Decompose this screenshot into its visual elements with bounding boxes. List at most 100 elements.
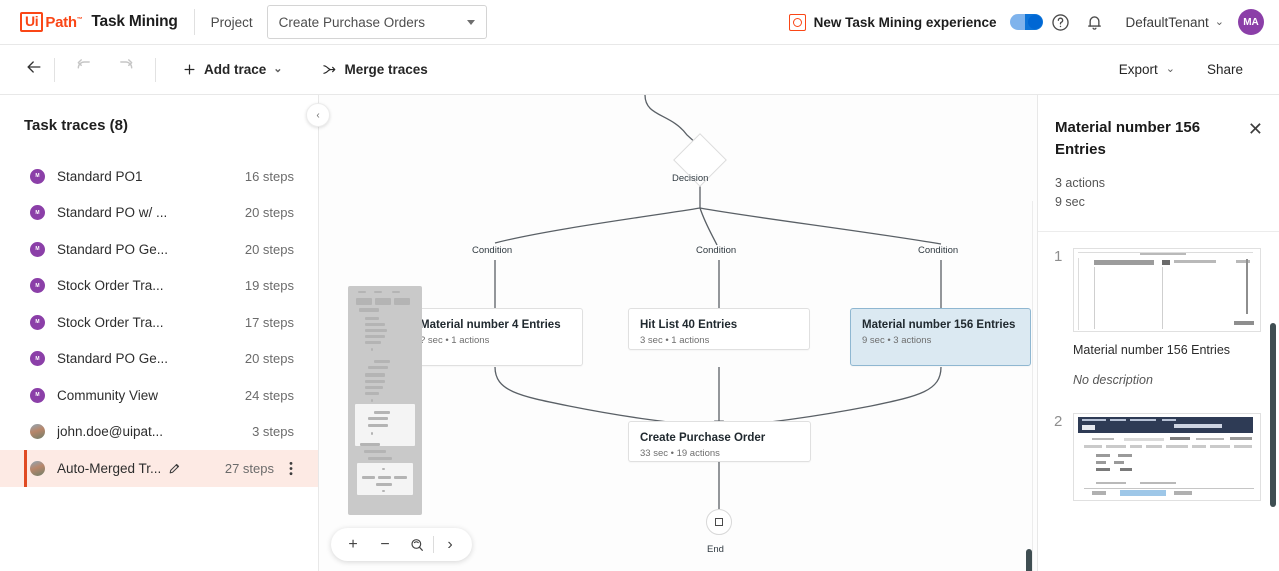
process-node-material-156[interactable]: Material number 156 Entries 9 sec • 3 ac… (850, 308, 1031, 366)
condition-label-3: Condition (918, 245, 959, 256)
trace-avatar-photo (30, 424, 45, 440)
close-icon[interactable]: ✕ (1248, 120, 1263, 138)
process-node-create-purchase-order[interactable]: Create Purchase Order 33 sec • 19 action… (628, 421, 811, 462)
node-title: Material number 4 Entries (420, 319, 561, 331)
trace-step-count: 19 steps (244, 278, 294, 294)
add-trace-button[interactable]: Add trace ⌄ (174, 56, 291, 83)
header-divider (193, 9, 195, 35)
merge-traces-button[interactable]: Merge traces (313, 56, 436, 83)
trace-row[interactable]: M Standard PO w/ ... 20 steps (0, 195, 318, 232)
chevron-right-icon[interactable]: › (434, 529, 466, 560)
trace-row[interactable]: Auto-Merged Tr... 27 steps (0, 450, 318, 487)
trace-avatar-initials: M (30, 387, 45, 403)
trace-avatar-initials: M (30, 168, 45, 184)
stop-square-icon (715, 518, 723, 526)
task-traces-title-text: Task traces ( (24, 117, 115, 134)
trace-name: Stock Order Tra... (57, 314, 164, 330)
trace-row[interactable]: M Standard PO Ge... 20 steps (0, 231, 318, 268)
step-number: 1 (1054, 248, 1063, 265)
toolbar-divider (54, 57, 55, 82)
task-traces-count: 8 (114, 117, 123, 134)
trace-row[interactable]: M Standard PO Ge... 20 steps (0, 341, 318, 378)
trace-avatar-initials: M (30, 314, 45, 330)
trace-name: Stock Order Tra... (57, 278, 164, 294)
trace-row[interactable]: M Stock Order Tra... 19 steps (0, 268, 318, 305)
chevron-down-icon: ⌄ (273, 63, 283, 75)
collapse-panel-button[interactable]: ‹ (306, 103, 330, 127)
trace-row[interactable]: john.doe@uipat... 3 steps (0, 414, 318, 451)
help-circle-icon[interactable] (1043, 5, 1077, 39)
zoom-in-button[interactable]: + (337, 529, 369, 560)
trace-row[interactable]: M Standard PO1 16 steps (0, 158, 318, 195)
step-screenshot[interactable] (1073, 413, 1261, 501)
process-node-material-4[interactable]: Material number 4 Entries ? sec • 1 acti… (408, 308, 583, 366)
node-meta: ? sec • 1 actions (420, 335, 490, 346)
brand-logo: Ui Path™ Task Mining (20, 12, 178, 32)
trace-step-count: 24 steps (244, 387, 294, 403)
node-details-panel: Material number 156 Entries ✕ 3 actions … (1037, 95, 1279, 571)
trace-step-count: 27 steps (224, 460, 274, 476)
detail-step-2: 2 (1038, 387, 1279, 501)
editor-body: Task traces (8) M Standard PO1 16 steps M St… (0, 95, 1279, 571)
user-avatar[interactable]: MA (1238, 9, 1264, 35)
screenshot-preview-overlay[interactable] (348, 286, 422, 515)
end-label: End (707, 544, 724, 555)
project-label: Project (210, 14, 253, 30)
trace-row[interactable]: M Stock Order Tra... 17 steps (0, 304, 318, 341)
trace-avatar-photo (30, 460, 45, 476)
trace-step-count: 20 steps (244, 205, 294, 221)
back-button[interactable] (24, 57, 44, 82)
tenant-dropdown[interactable]: DefaultTenant ⌄ (1125, 15, 1224, 30)
step-number: 2 (1054, 413, 1063, 430)
project-dropdown[interactable]: Create Purchase Orders (266, 5, 487, 39)
toolbar-right-actions: Export ⌄ Share (1105, 56, 1279, 83)
condition-label-1: Condition (472, 245, 513, 256)
trace-step-count: 16 steps (244, 168, 294, 184)
zoom-reset-icon[interactable] (401, 529, 433, 560)
trace-row[interactable]: M Community View 24 steps (0, 377, 318, 414)
decision-label: Decision (672, 173, 709, 184)
chevron-down-icon: ⌄ (1165, 63, 1175, 75)
export-label: Export (1118, 62, 1158, 77)
tenant-label: DefaultTenant (1125, 14, 1209, 30)
end-node[interactable] (706, 509, 732, 535)
edit-pencil-icon[interactable] (168, 462, 181, 475)
condition-label-2: Condition (696, 245, 737, 256)
trace-name: Standard PO Ge... (57, 351, 169, 367)
canvas-scrollbar-track[interactable] (1025, 201, 1033, 571)
undo-button[interactable] (65, 51, 105, 88)
node-details-header: Material number 156 Entries ✕ 3 actions … (1038, 95, 1279, 211)
editor-toolbar: Add trace ⌄ Merge traces Export ⌄ Share (0, 45, 1279, 95)
redo-button[interactable] (105, 51, 145, 88)
add-trace-label: Add trace (204, 62, 267, 77)
chevron-down-icon: ⌄ (1214, 15, 1224, 28)
experience-toggle[interactable] (1010, 14, 1044, 30)
node-meta: 33 sec • 19 actions (640, 448, 720, 459)
trace-avatar-initials: M (30, 205, 45, 221)
trace-step-count: 20 steps (244, 241, 294, 257)
experience-label: New Task Mining experience (813, 14, 997, 30)
trace-name: Standard PO w/ ... (57, 205, 168, 221)
canvas-zoom-controls: + − › (331, 528, 472, 561)
experience-gear-icon (788, 13, 806, 31)
process-node-hit-list[interactable]: Hit List 40 Entries 3 sec • 1 actions (628, 308, 810, 350)
trace-step-count: 3 steps (252, 424, 294, 440)
share-label: Share (1206, 62, 1243, 77)
trace-name: Community View (57, 387, 159, 403)
zoom-out-button[interactable]: − (369, 529, 401, 560)
app-title: Task Mining (91, 13, 178, 30)
detail-step-1: 1 (1038, 232, 1279, 332)
export-button[interactable]: Export ⌄ (1105, 56, 1189, 83)
node-title: Create Purchase Order (640, 432, 766, 444)
notification-bell-icon[interactable] (1077, 5, 1111, 39)
merge-traces-label: Merge traces (344, 62, 428, 77)
project-dropdown-value: Create Purchase Orders (278, 14, 425, 30)
share-button[interactable]: Share (1193, 56, 1257, 83)
node-title: Hit List 40 Entries (640, 319, 738, 331)
details-scrollbar-thumb[interactable] (1270, 323, 1276, 507)
process-graph-canvas[interactable]: Decision Condition Condition Condition M… (319, 95, 1037, 571)
step-description: No description (1073, 373, 1153, 387)
step-screenshot[interactable] (1073, 248, 1261, 332)
trace-more-menu-icon[interactable] (288, 461, 294, 476)
canvas-scrollbar-thumb[interactable] (1025, 549, 1032, 571)
